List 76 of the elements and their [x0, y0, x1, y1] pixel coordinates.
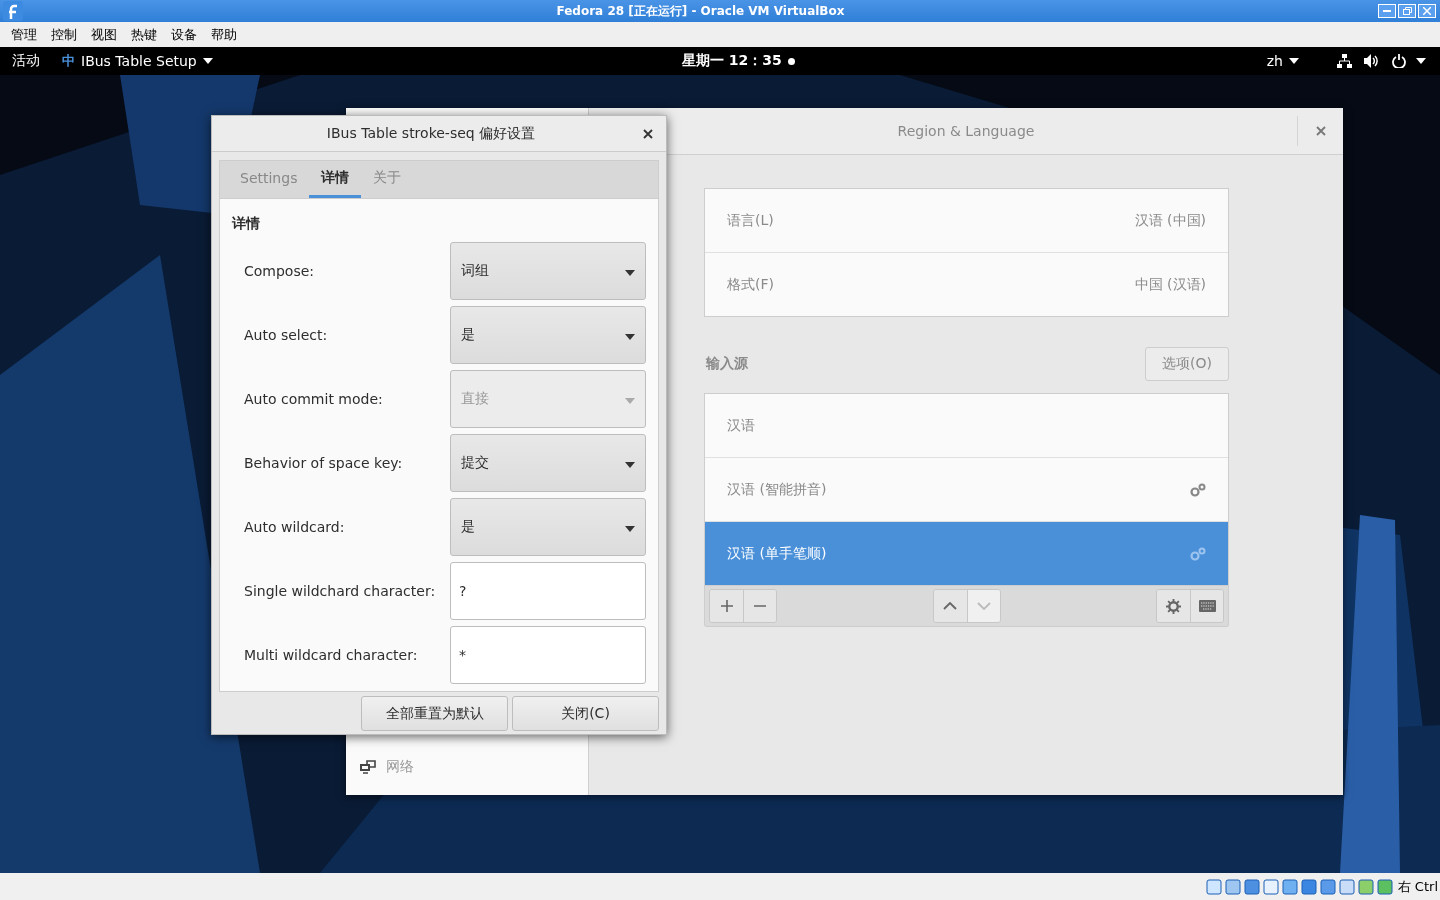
add-button[interactable]: [710, 590, 743, 622]
status-indicator-icon: [1300, 878, 1317, 895]
option-label: Multi wildcard character:: [244, 647, 418, 663]
host-key-label: 右 Ctrl: [1397, 877, 1438, 896]
dropdown[interactable]: 是: [450, 306, 646, 364]
menu-item[interactable]: 视图: [84, 25, 124, 44]
close-icon: [1423, 7, 1431, 15]
status-indicator-icon: [1376, 878, 1393, 895]
caret-icon: [625, 526, 635, 532]
option-label: Single wildchard character:: [244, 583, 436, 599]
settings-button[interactable]: [1157, 590, 1190, 622]
caret-icon: [202, 58, 213, 64]
app-logo-icon: [3, 1, 23, 21]
tab[interactable]: 详情: [309, 161, 362, 198]
minimize-icon: [1383, 10, 1391, 12]
caret-icon: [1289, 58, 1299, 64]
notification-dot-icon: [787, 57, 795, 65]
menu-item[interactable]: 热键: [124, 25, 164, 44]
gear-icon: [1166, 598, 1181, 614]
language-indicator[interactable]: zh: [1266, 53, 1299, 69]
caret-icon: [1416, 58, 1426, 64]
gears-icon[interactable]: [1190, 482, 1206, 497]
option-label: Behavior of space key:: [244, 455, 403, 471]
status-indicator-icon: [1205, 878, 1222, 895]
caret-icon: [625, 462, 635, 468]
status-indicator-icon: [1357, 878, 1374, 895]
option-label: Auto wildcard:: [244, 519, 345, 535]
system-menu[interactable]: [1392, 54, 1426, 68]
status-indicator-icon: [1262, 878, 1279, 895]
gears-icon[interactable]: [1190, 546, 1206, 561]
section-heading: 输入源: [706, 355, 748, 373]
option-label: Auto commit mode:: [244, 391, 383, 407]
caret-icon: [625, 270, 635, 276]
option-label: Auto select:: [244, 327, 328, 343]
input-field[interactable]: *: [450, 626, 646, 684]
plus-icon: [720, 600, 733, 612]
dropdown[interactable]: 是: [450, 498, 646, 556]
activities-button[interactable]: 活动: [12, 52, 40, 70]
status-indicator-icon: [1338, 878, 1355, 895]
menu-item[interactable]: 管理: [4, 25, 44, 44]
up-button[interactable]: [933, 590, 967, 622]
dialog-title: IBus Table stroke-seq 偏好设置: [325, 124, 537, 143]
section-heading: 详情: [231, 214, 261, 233]
dialog-button[interactable]: 全部重置为默认: [361, 696, 508, 731]
keyboard-button[interactable]: [1190, 590, 1223, 622]
dialog-button[interactable]: 关闭(C): [512, 696, 659, 731]
status-indicator-icon: [1224, 878, 1241, 895]
dropdown[interactable]: 词组: [450, 242, 646, 300]
menu-item[interactable]: 设备: [164, 25, 204, 44]
status-indicator-icon: [1319, 878, 1336, 895]
minimize-button[interactable]: [1378, 4, 1396, 18]
app-menu[interactable]: 中 IBus Table Setup: [62, 52, 213, 70]
restore-button[interactable]: [1398, 4, 1416, 18]
menu-item[interactable]: 控制: [44, 25, 84, 44]
keyboard-icon: [1198, 600, 1216, 612]
chevron-up-icon: [943, 602, 957, 610]
close-icon: [643, 128, 653, 139]
remove-button[interactable]: [743, 590, 776, 622]
status-indicator-icon: [1281, 878, 1298, 895]
caret-icon: [625, 334, 635, 340]
network-icon[interactable]: [1337, 54, 1352, 68]
volume-icon[interactable]: [1364, 54, 1380, 68]
power-icon: [1392, 54, 1406, 68]
window-title: Region & Language: [897, 123, 1035, 139]
chevron-down-icon: [976, 602, 991, 610]
restore-icon: [1402, 7, 1412, 15]
menu-item[interactable]: 帮助: [204, 25, 244, 44]
option-label: Compose:: [244, 263, 315, 279]
close-icon: [1315, 126, 1326, 136]
window-title: Fedora 28 [正在运行] - Oracle VM VirtualBox: [555, 2, 846, 20]
input-field[interactable]: ?: [450, 562, 646, 620]
network-icon: [360, 760, 376, 774]
status-indicator-icon: [1243, 878, 1260, 895]
clock[interactable]: 星期一 12：35: [681, 52, 782, 70]
dropdown[interactable]: 提交: [450, 434, 646, 492]
caret-icon: [625, 398, 635, 404]
